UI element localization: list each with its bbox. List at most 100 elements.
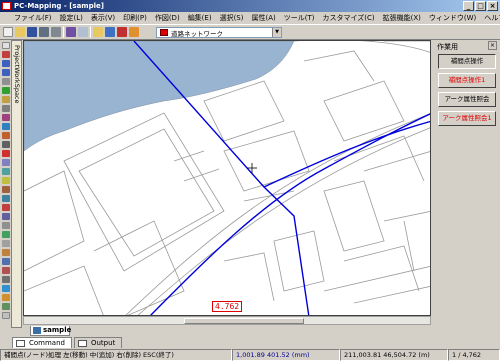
label-icon[interactable]: [1, 249, 10, 256]
status-page: 1 / 4,762: [448, 349, 500, 361]
rotate-icon[interactable]: [1, 177, 10, 184]
scrollbar-thumb[interactable]: [184, 318, 304, 324]
menu-file[interactable]: ファイル(F): [10, 12, 56, 24]
grid-tool-icon[interactable]: [1, 222, 10, 229]
toolbar-separator: [90, 26, 91, 38]
menu-help[interactable]: ヘルプ(H): [480, 12, 500, 24]
horizontal-scrollbar[interactable]: [23, 316, 431, 325]
delete-icon[interactable]: [1, 150, 10, 157]
attribute-icon[interactable]: [1, 186, 10, 193]
new-icon[interactable]: [3, 27, 13, 37]
copy-icon[interactable]: [1, 159, 10, 166]
panel-title: 作業用: [437, 43, 458, 51]
close-icon[interactable]: ×: [488, 41, 497, 50]
water-area: [24, 41, 295, 152]
menu-settings[interactable]: 設定(L): [56, 12, 87, 24]
maximize-button[interactable]: □: [475, 1, 486, 11]
interpolation-point-1-button[interactable]: 補間点操作1: [438, 73, 496, 88]
arc-icon[interactable]: [1, 132, 10, 139]
menu-view[interactable]: 表示(V): [87, 12, 119, 24]
line-icon[interactable]: [1, 105, 10, 112]
window-title: PC-Mapping - [sample]: [14, 2, 104, 10]
layer-tool-icon[interactable]: [1, 87, 10, 94]
layer-icon[interactable]: [66, 27, 76, 37]
status-coord-mm: 1,001.89 401.52 (mm): [232, 349, 340, 361]
info-icon[interactable]: [1, 294, 10, 301]
menu-select[interactable]: 選択(S): [216, 12, 248, 24]
search-icon[interactable]: [1, 195, 10, 202]
left-tool-strip: [0, 40, 11, 330]
menu-window[interactable]: ウィンドウ(W): [425, 12, 480, 24]
menu-attribute[interactable]: 属性(A): [247, 12, 279, 24]
window-controls: _ □ ×: [463, 1, 498, 11]
snap-icon[interactable]: [1, 213, 10, 220]
print-icon[interactable]: [51, 27, 61, 37]
marker-icon[interactable]: [1, 204, 10, 211]
grid-icon[interactable]: [105, 27, 115, 37]
refresh-icon[interactable]: [1, 285, 10, 292]
save-icon[interactable]: [27, 27, 37, 37]
move-icon[interactable]: [1, 168, 10, 175]
table-icon[interactable]: [1, 258, 10, 265]
open-icon[interactable]: [15, 27, 25, 37]
menu-customize[interactable]: カスタマイズ(C): [319, 12, 379, 24]
map-document-icon: [33, 327, 41, 334]
title-bar: PC-Mapping - [sample] _ □ ×: [0, 0, 500, 12]
tab-output[interactable]: Output: [73, 337, 123, 348]
status-mode: 補間点(ノード)処理 左(移動) 中(追加) 右(削除) ESC(終了): [0, 349, 232, 361]
document-tab-label: sample: [43, 326, 72, 334]
undo-icon[interactable]: [1, 267, 10, 274]
layer-select-value: 道路ネットワーク: [171, 29, 223, 38]
project-workspace-tab[interactable]: ProjectWorkSpace: [11, 40, 22, 328]
text-icon[interactable]: [1, 141, 10, 148]
zoom-in-icon[interactable]: [1, 60, 10, 67]
measure-label: 4.762: [212, 301, 243, 312]
pointer-icon[interactable]: [1, 42, 10, 49]
flag-icon[interactable]: [129, 27, 139, 37]
crosshair-cursor: [247, 163, 257, 173]
work-panel: 作業用 × 補間点操作 補間点操作1 アーク属性照会 アーク属性照会1: [433, 40, 500, 336]
folder-icon[interactable]: [93, 27, 103, 37]
project-workspace-label: ProjectWorkSpace: [13, 45, 21, 104]
toolbar-separator: [63, 26, 64, 38]
measure-icon[interactable]: [1, 96, 10, 103]
menu-tools[interactable]: ツール(T): [280, 12, 319, 24]
menu-draw[interactable]: 作図(D): [151, 12, 184, 24]
close-button[interactable]: ×: [487, 1, 498, 11]
arc-attribute-query-1-button[interactable]: アーク属性照会1: [438, 111, 496, 126]
road-edges: [125, 113, 430, 315]
arc-attribute-query-button[interactable]: アーク属性照会: [438, 92, 496, 107]
node-icon[interactable]: [1, 123, 10, 130]
layer-select[interactable]: 道路ネットワーク ▼: [156, 27, 282, 38]
pin-icon[interactable]: [117, 27, 127, 37]
output-icon: [77, 340, 87, 347]
command-icon: [16, 340, 25, 347]
properties-icon[interactable]: [78, 27, 88, 37]
settings-icon[interactable]: [1, 240, 10, 247]
tab-command[interactable]: Command: [12, 337, 72, 348]
chevron-down-icon[interactable]: ▼: [272, 28, 281, 37]
tab-output-label: Output: [90, 339, 116, 347]
close-tool-icon[interactable]: [1, 312, 10, 319]
menu-edit[interactable]: 編集(E): [184, 12, 216, 24]
select-rect-icon[interactable]: [1, 51, 10, 58]
minimize-button[interactable]: _: [463, 1, 474, 11]
zoom-out-icon[interactable]: [1, 69, 10, 76]
redo-icon[interactable]: [1, 276, 10, 283]
buffer-icon[interactable]: [1, 231, 10, 238]
save-all-icon[interactable]: [39, 27, 49, 37]
export-icon[interactable]: [1, 303, 10, 310]
app-icon: [2, 2, 11, 10]
menu-print[interactable]: 印刷(P): [119, 12, 151, 24]
pan-icon[interactable]: [1, 78, 10, 85]
menu-extensions[interactable]: 拡張機能(X): [379, 12, 425, 24]
map-drawing: [24, 41, 430, 315]
status-coord-m: 211,003.81 46,504.72 (m): [340, 349, 448, 361]
status-bar: 補間点(ノード)処理 左(移動) 中(追加) 右(削除) ESC(終了) 1,0…: [0, 349, 500, 361]
polygon-icon[interactable]: [1, 114, 10, 121]
tab-command-label: Command: [29, 339, 65, 347]
map-canvas[interactable]: 4.762: [23, 40, 431, 316]
document-tab-sample[interactable]: sample: [30, 326, 72, 336]
toolbar: 道路ネットワーク ▼: [0, 24, 500, 40]
interpolation-point-button[interactable]: 補間点操作: [438, 54, 496, 69]
